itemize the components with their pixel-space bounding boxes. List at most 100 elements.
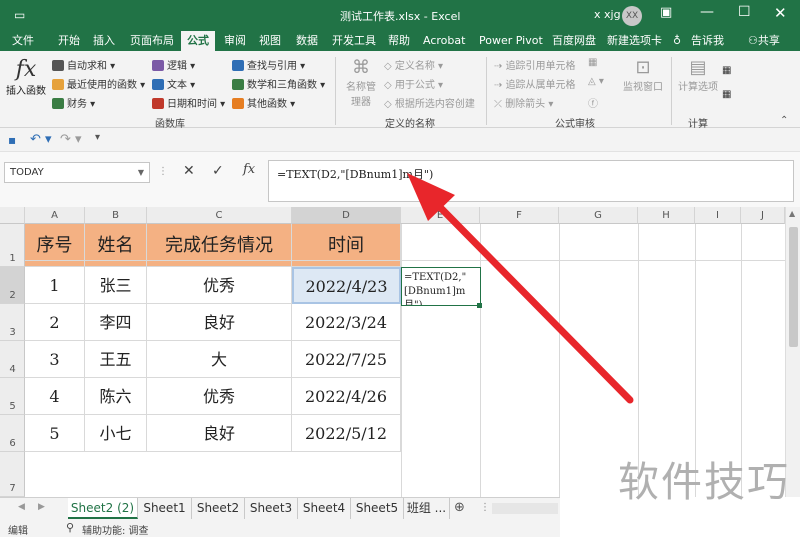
text-button[interactable]: 文本 ▾ bbox=[152, 76, 195, 91]
next-sheet-icon[interactable]: ▶ bbox=[38, 502, 45, 512]
header-cell[interactable]: 完成任务情况 bbox=[147, 224, 292, 267]
row-header[interactable]: 6 bbox=[0, 415, 25, 452]
accessibility-status[interactable]: 辅助功能: 调查 bbox=[82, 522, 149, 537]
minimize-icon[interactable]: — bbox=[700, 4, 714, 20]
table-cell[interactable]: 优秀 bbox=[147, 378, 292, 415]
sheet-tab[interactable]: Sheet2 bbox=[192, 498, 245, 519]
cancel-icon[interactable]: ✕ bbox=[183, 163, 195, 179]
table-cell[interactable]: 2022/4/26 bbox=[292, 378, 401, 415]
autosave-icon[interactable]: ▭ bbox=[14, 8, 25, 22]
table-cell[interactable]: 王五 bbox=[85, 341, 147, 378]
table-cell[interactable]: 1 bbox=[25, 267, 85, 304]
save-icon[interactable]: ▪ bbox=[8, 133, 16, 147]
tab-review[interactable]: 审阅 bbox=[224, 31, 246, 51]
name-manager-button[interactable]: ⌘ 名称管理器 bbox=[343, 57, 379, 108]
calc-now-icon[interactable]: ▦ bbox=[722, 65, 731, 76]
tab-file[interactable]: 文件 bbox=[12, 31, 34, 51]
user-name[interactable]: x xjg bbox=[594, 8, 621, 21]
row-header[interactable]: 2 bbox=[0, 267, 25, 304]
remove-arrows-button[interactable]: ⤫ 删除箭头 ▾ bbox=[494, 95, 553, 110]
ribbon-display-icon[interactable]: ▣ bbox=[660, 5, 672, 20]
sheet-tab[interactable]: Sheet5 bbox=[351, 498, 404, 519]
tab-data[interactable]: 数据 bbox=[296, 31, 318, 51]
autosum-button[interactable]: 自动求和 ▾ bbox=[52, 57, 115, 72]
table-cell[interactable]: 陈六 bbox=[85, 378, 147, 415]
prev-sheet-icon[interactable]: ◀ bbox=[18, 502, 25, 512]
header-cell[interactable]: 序号 bbox=[25, 224, 85, 267]
trace-dependents-button[interactable]: ⇢ 追踪从属单元格 bbox=[494, 76, 576, 91]
column-header[interactable]: C bbox=[147, 207, 292, 224]
tell-me[interactable]: 告诉我 bbox=[691, 31, 724, 51]
row-header[interactable]: 3 bbox=[0, 304, 25, 341]
redo-icon[interactable]: ↷ ▾ bbox=[60, 132, 82, 147]
tab-home[interactable]: 开始 bbox=[58, 31, 80, 51]
calc-sheet-icon[interactable]: ▦ bbox=[722, 89, 731, 100]
table-cell[interactable]: 3 bbox=[25, 341, 85, 378]
tab-page-layout[interactable]: 页面布局 bbox=[130, 31, 174, 51]
use-in-formula-button[interactable]: ◇ 用于公式 ▾ bbox=[384, 76, 443, 91]
maximize-icon[interactable]: ☐ bbox=[738, 4, 751, 20]
trace-precedents-button[interactable]: ⇢ 追踪引用单元格 bbox=[494, 57, 576, 72]
select-all-corner[interactable] bbox=[0, 207, 25, 224]
table-cell[interactable]: 2022/3/24 bbox=[292, 304, 401, 341]
watch-window-button[interactable]: ⊡ 监视窗口 bbox=[622, 57, 664, 93]
close-icon[interactable]: ✕ bbox=[774, 4, 787, 22]
row-header[interactable]: 4 bbox=[0, 341, 25, 378]
tab-formulas[interactable]: 公式 bbox=[181, 31, 215, 51]
table-cell[interactable]: 2 bbox=[25, 304, 85, 341]
horizontal-scrollbar[interactable] bbox=[492, 503, 558, 514]
enter-icon[interactable]: ✓ bbox=[212, 163, 224, 179]
table-cell[interactable]: 良好 bbox=[147, 304, 292, 341]
tab-insert[interactable]: 插入 bbox=[93, 31, 115, 51]
selected-cell[interactable]: 2022/4/23 bbox=[292, 267, 401, 304]
table-cell[interactable]: 2022/7/25 bbox=[292, 341, 401, 378]
calc-options-button[interactable]: ▤ 计算选项 bbox=[677, 57, 719, 93]
collapse-ribbon-icon[interactable]: ⌃ bbox=[780, 115, 788, 126]
table-cell[interactable]: 良好 bbox=[147, 415, 292, 452]
chevron-down-icon[interactable]: ▼ bbox=[138, 163, 144, 182]
header-cell[interactable]: 姓名 bbox=[85, 224, 147, 267]
tab-developer[interactable]: 开发工具 bbox=[332, 31, 376, 51]
row-header[interactable]: 5 bbox=[0, 378, 25, 415]
tab-help[interactable]: 帮助 bbox=[388, 31, 410, 51]
table-cell[interactable]: 5 bbox=[25, 415, 85, 452]
column-header[interactable]: J bbox=[741, 207, 785, 224]
row-header[interactable]: 7 bbox=[0, 452, 25, 497]
avatar[interactable]: XX bbox=[622, 6, 642, 26]
customize-qat-icon[interactable]: ▾ bbox=[95, 132, 100, 143]
table-cell[interactable]: 李四 bbox=[85, 304, 147, 341]
name-box[interactable]: TODAY ▼ bbox=[4, 162, 150, 183]
tab-power-pivot[interactable]: Power Pivot bbox=[479, 31, 543, 51]
evaluate-formula-icon[interactable]: ⓕ bbox=[588, 95, 598, 110]
share-button[interactable]: ⚇共享 bbox=[748, 31, 780, 51]
column-header[interactable]: D bbox=[292, 207, 401, 224]
date-time-button[interactable]: 日期和时间 ▾ bbox=[152, 95, 225, 110]
scroll-thumb[interactable] bbox=[789, 227, 798, 347]
row-header[interactable]: 1 bbox=[0, 224, 25, 267]
tab-new[interactable]: 新建选项卡 bbox=[607, 31, 662, 51]
undo-icon[interactable]: ↶ ▾ bbox=[30, 132, 52, 147]
define-name-button[interactable]: ◇ 定义名称 ▾ bbox=[384, 57, 443, 72]
financial-button[interactable]: 财务 ▾ bbox=[52, 95, 95, 110]
insert-function-button[interactable]: fx 插入函数 bbox=[6, 57, 46, 97]
scroll-up-icon[interactable]: ▲ bbox=[789, 209, 795, 218]
table-cell[interactable]: 大 bbox=[147, 341, 292, 378]
fx-button[interactable]: fx bbox=[243, 162, 255, 177]
sheet-tab[interactable]: Sheet4 bbox=[298, 498, 351, 519]
more-functions-button[interactable]: 其他函数 ▾ bbox=[232, 95, 295, 110]
logical-button[interactable]: 逻辑 ▾ bbox=[152, 57, 195, 72]
column-header[interactable]: B bbox=[85, 207, 147, 224]
sheet-tab[interactable]: 班组 ... bbox=[404, 498, 450, 519]
error-check-icon[interactable]: ◬ ▾ bbox=[588, 76, 604, 87]
table-cell[interactable]: 张三 bbox=[85, 267, 147, 304]
table-cell[interactable]: 小七 bbox=[85, 415, 147, 452]
math-trig-button[interactable]: 数学和三角函数 ▾ bbox=[232, 76, 325, 91]
column-header[interactable]: A bbox=[25, 207, 85, 224]
table-cell[interactable]: 4 bbox=[25, 378, 85, 415]
table-cell[interactable]: 优秀 bbox=[147, 267, 292, 304]
sheet-tab[interactable]: Sheet1 bbox=[138, 498, 192, 519]
header-cell[interactable]: 时间 bbox=[292, 224, 401, 267]
sheet-tab-active[interactable]: Sheet2 (2) bbox=[68, 498, 138, 519]
tab-view[interactable]: 视图 bbox=[259, 31, 281, 51]
tab-acrobat[interactable]: Acrobat bbox=[423, 31, 465, 51]
